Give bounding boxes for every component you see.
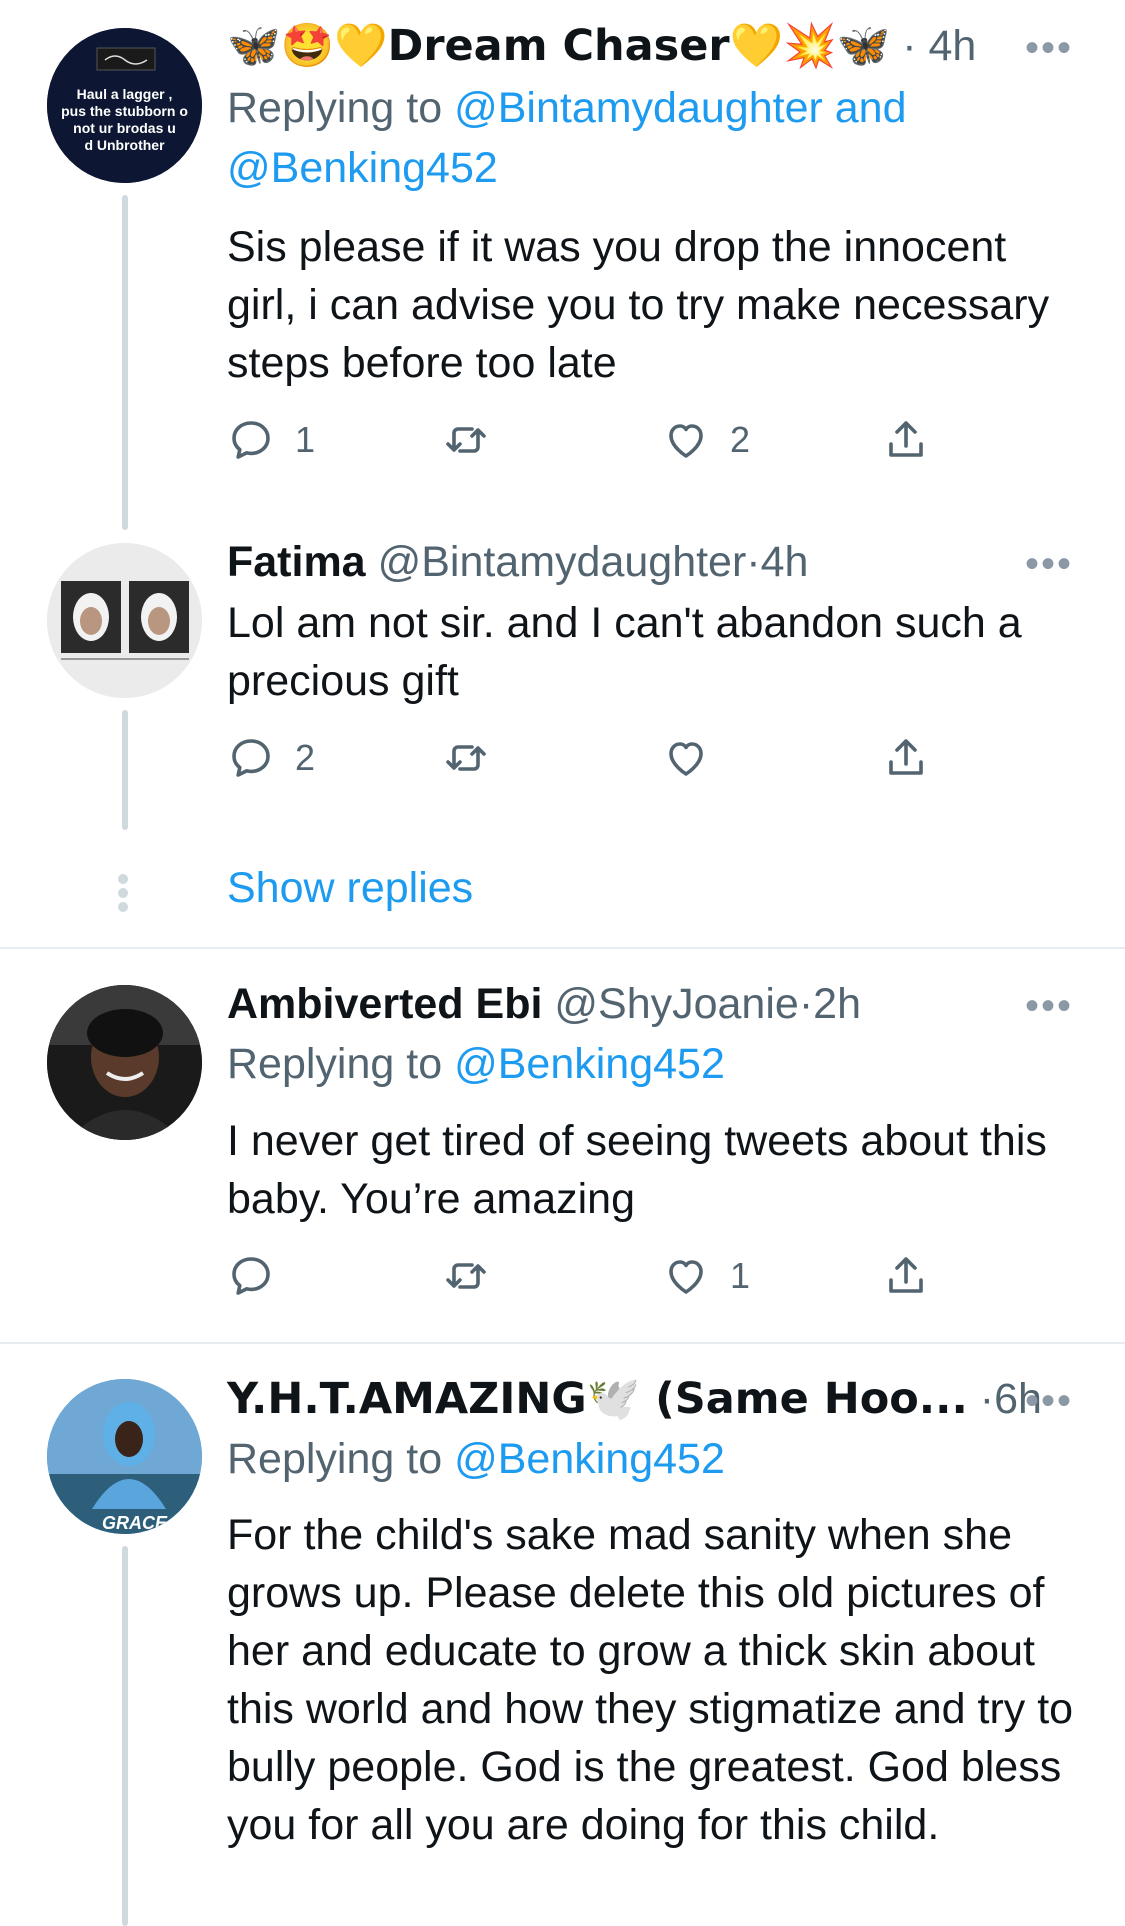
mention-link-2[interactable]: @Benking452 <box>227 144 498 192</box>
reply-count: 2 <box>295 737 316 778</box>
share-button[interactable] <box>882 728 930 788</box>
thread-line <box>122 710 128 830</box>
reply-icon <box>232 1257 270 1295</box>
share-icon <box>889 421 923 457</box>
more-options-icon[interactable]: ••• <box>1025 28 1073 68</box>
tweet-actions: 1 <box>227 1246 967 1306</box>
heart-icon <box>669 1260 703 1294</box>
display-name[interactable]: Y.H.T.AMAZING🕊️ (Same Hoo... <box>227 1374 968 1424</box>
reply-button[interactable]: 2 <box>227 728 315 788</box>
reply-button[interactable] <box>227 1246 275 1306</box>
heart-icon <box>669 424 703 458</box>
share-icon <box>889 739 923 775</box>
mention-link[interactable]: @Benking452 <box>454 1040 725 1088</box>
handle[interactable]: @Bintamydaughter <box>378 538 747 586</box>
reply-icon <box>232 421 270 459</box>
replying-to-prefix: Replying to <box>227 1435 455 1483</box>
more-options-icon[interactable]: ••• <box>1025 544 1073 584</box>
avatar-ambiverted-ebi[interactable] <box>47 985 202 1140</box>
heart-icon <box>669 742 703 776</box>
more-options-icon[interactable]: ••• <box>1025 986 1073 1026</box>
display-name[interactable]: Fatima <box>227 538 366 586</box>
timestamp[interactable]: 4h <box>761 538 809 586</box>
thread-continuation-dots <box>118 870 132 916</box>
display-name[interactable]: 🦋🤩💛Dream Chaser💛💥🦋 <box>227 21 890 71</box>
tweet-text: Lol am not sir. and I can't abandon such… <box>227 599 1022 705</box>
avatar-image: GRACE <box>47 1379 202 1534</box>
separator-dot: · <box>746 538 761 586</box>
reply-count: 1 <box>295 419 316 460</box>
like-button[interactable]: 1 <box>662 1246 750 1306</box>
tweet-header: Ambiverted Ebi @ShyJoanie·2h <box>227 976 1065 1032</box>
replying-to: Replying to @Benking452 <box>227 1034 1065 1094</box>
replying-to-prefix: Replying to <box>227 1040 455 1088</box>
like-button[interactable] <box>662 728 710 788</box>
tweet-actions: 1 2 <box>227 410 967 470</box>
display-name[interactable]: Ambiverted Ebi <box>227 980 542 1028</box>
share-button[interactable] <box>882 410 930 470</box>
thread-line <box>122 1546 128 1926</box>
tweet-header: Fatima @Bintamydaughter·4h <box>227 534 1065 590</box>
divider <box>0 1342 1125 1344</box>
more-options-icon[interactable]: ••• <box>1025 1381 1073 1421</box>
avatar-fatima[interactable] <box>47 543 202 698</box>
mention-link[interactable]: @Benking452 <box>454 1435 725 1483</box>
tweet-header: Y.H.T.AMAZING🕊️ (Same Hoo... ·6h <box>227 1371 1065 1427</box>
retweet-icon <box>446 427 486 453</box>
reply-icon <box>232 739 270 777</box>
tweet-text: Sis please if it was you drop the innoce… <box>227 223 1050 387</box>
separator-dot: · <box>902 22 917 70</box>
timestamp[interactable]: 2h <box>813 980 861 1028</box>
replying-to: Replying to @Benking452 <box>227 1429 1065 1489</box>
mention-link[interactable]: @Bintamydaughter and <box>454 84 906 132</box>
replying-to: Replying to @Bintamydaughter and @Benkin… <box>227 78 1065 198</box>
handle[interactable]: @ShyJoanie <box>554 980 798 1028</box>
share-button[interactable] <box>882 1246 930 1306</box>
timestamp[interactable]: 4h <box>928 22 976 70</box>
separator-dot: · <box>798 980 814 1028</box>
retweet-icon <box>446 745 486 771</box>
tweet-text: For the child's sake mad sanity when she… <box>227 1511 1074 1849</box>
share-icon <box>889 1257 923 1293</box>
avatar-dream-chaser[interactable]: Haul a lagger , pus the stubborn o not ur … <box>47 28 202 183</box>
show-replies-link[interactable]: Show replies <box>227 859 473 917</box>
thread-line <box>122 195 128 530</box>
avatar-yht-amazing[interactable]: GRACE <box>47 1379 202 1534</box>
retweet-icon <box>446 1263 486 1289</box>
like-button[interactable]: 2 <box>662 410 750 470</box>
avatar-caption: Haul a lagger , pus the stubborn o not ur … <box>61 86 188 153</box>
avatar-caption: GRACE <box>102 1513 168 1533</box>
retweet-button[interactable] <box>442 728 490 788</box>
like-count: 2 <box>730 419 751 460</box>
reply-button[interactable]: 1 <box>227 410 315 470</box>
replying-to-prefix: Replying to <box>227 84 455 132</box>
tweet-actions: 2 <box>227 728 967 788</box>
retweet-button[interactable] <box>442 1246 490 1306</box>
tweet-text: I never get tired of seeing tweets about… <box>227 1117 1047 1223</box>
separator-dot: · <box>979 1375 995 1423</box>
tweet-header: 🦋🤩💛Dream Chaser💛💥🦋 · 4h <box>227 18 1065 74</box>
avatar-image <box>47 543 202 698</box>
avatar-image <box>47 985 202 1140</box>
retweet-button[interactable] <box>442 410 490 470</box>
like-count: 1 <box>730 1255 751 1296</box>
divider <box>0 947 1125 949</box>
